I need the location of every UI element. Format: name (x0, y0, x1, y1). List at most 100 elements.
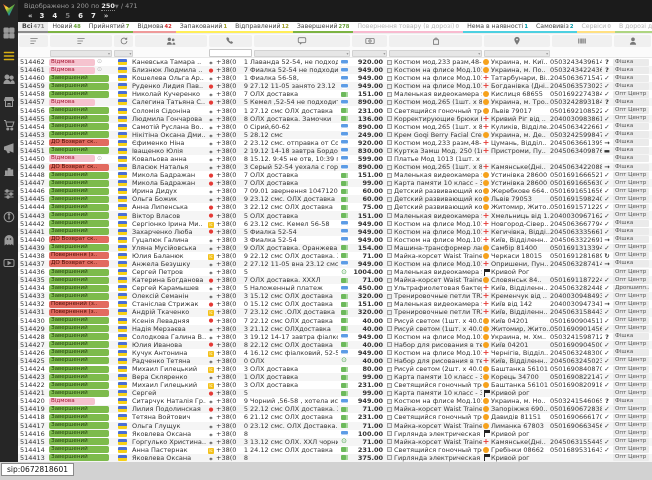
order-product[interactable]: Майка-корсет Waist Trainer *142.. (386, 252, 482, 260)
phone-column-header[interactable] (209, 35, 252, 47)
delivery-address[interactable]: Давидів 81151 (482, 413, 550, 421)
order-row[interactable]: 514429 Завершений Надія Мерзаєва * +38(0… (18, 325, 652, 333)
client-name[interactable]: Людмила Гончарова (132, 115, 206, 123)
tracking-number[interactable]: 0501690904511 (550, 317, 602, 325)
client-phone[interactable]: +38(0 (216, 405, 240, 413)
client-name[interactable]: Близнюк Людмила .. (132, 66, 206, 74)
order-status[interactable]: Завершений (48, 204, 112, 211)
order-product[interactable]: Костюм на флисе Мод.1014 (1ш.. (386, 220, 482, 228)
delivery-column-header[interactable] (484, 35, 550, 47)
delivery-address[interactable]: Кислиця 68655 (482, 90, 550, 98)
tracking-number[interactable]: 20450634098760 (550, 147, 602, 155)
order-comment[interactable]: ОЛХ доставка (250, 179, 338, 187)
client-phone[interactable]: +38(0 (216, 381, 240, 389)
order-row[interactable]: 514460 Завершений Кошелева Ольга Ар.. * … (18, 74, 652, 82)
order-row[interactable]: 514416 Завершений Яковлева Оксана * +38(… (18, 430, 652, 438)
client-name[interactable]: Вера Скляренко (132, 373, 206, 381)
order-product[interactable]: Светящийся гоночный трек Ma.. (386, 413, 482, 421)
order-row[interactable]: 514417 Завершений Ольга Глущук * +38(0 0… (18, 422, 652, 430)
client-name[interactable]: Віктор Власов (132, 212, 206, 220)
delivery-address[interactable]: +Камянське(Дні.. (482, 163, 550, 171)
client-phone[interactable]: +38(0 (216, 90, 240, 98)
order-product[interactable]: Светящийся гоночный трек Ma.. (386, 446, 482, 454)
client-phone[interactable]: +38(0 (216, 397, 240, 405)
client-phone[interactable]: +38(0 (216, 236, 240, 244)
tracking-number[interactable]: 20450633356614 (550, 228, 602, 236)
client-name[interactable]: Тетяна Войтович (132, 413, 206, 421)
client-name[interactable]: Єфименко Ніна (132, 139, 206, 147)
order-row[interactable]: 514437 ДО Возврат ск.. Анжела Безушку * … (18, 260, 652, 268)
sidebar-orders-icon[interactable] (2, 49, 16, 63)
delivery-address[interactable]: +Богданівка (Дні.. (482, 82, 550, 90)
order-product[interactable]: Майка-корсет Waist Trainer *142.. (386, 438, 482, 446)
order-status[interactable]: Завершений (48, 115, 112, 122)
order-row[interactable]: 514443 Завершений Віктор Власов ● +38(0 … (18, 211, 652, 219)
order-row[interactable]: 514452 ДО Возврат ск.. Єфименко Ніна * +… (18, 139, 652, 147)
order-comment[interactable]: Сірий,60-62 (250, 123, 338, 131)
order-product[interactable]: Гирлянда электрическая (100 л.. (386, 454, 482, 462)
order-status[interactable]: Завершений (48, 220, 112, 227)
order-product[interactable]: Карта памяти 10 класс - 32ГБ *1.. (386, 179, 482, 187)
tracking-number[interactable]: 0503242599847 (550, 131, 602, 139)
order-row[interactable]: 514434 Завершений Сергей Карамышев * +38… (18, 284, 652, 292)
client-phone[interactable]: +38(0 (216, 276, 240, 284)
client-phone[interactable]: +38(0 (216, 171, 240, 179)
order-product[interactable]: Маленькая видеокамера SQ8 *.. (386, 171, 482, 179)
client-phone[interactable]: +38(0 (216, 155, 240, 163)
delivery-address[interactable]: +Куликів, Відділе.. (482, 123, 550, 131)
page-button-3[interactable]: 3 (40, 12, 45, 20)
delivery-address[interactable]: Самбір 81400 (482, 244, 550, 252)
order-row[interactable]: 514449 ДО Возврат ск.. Власюк Наталья * … (18, 163, 652, 171)
order-comment[interactable]: ОЛХ доставка (250, 212, 338, 220)
order-product[interactable]: Майка-корсет Waist Trainer *142.. (386, 422, 482, 430)
tracking-number[interactable]: 20450635730230 (550, 82, 602, 90)
client-name[interactable]: Кучук Антонина (132, 349, 206, 357)
client-phone[interactable]: +38(0 (216, 349, 240, 357)
order-status[interactable]: Завершений (48, 390, 112, 397)
order-row[interactable]: 514455 Завершений Людмила Гончарова * +3… (18, 115, 652, 123)
order-status[interactable]: Завершений (48, 83, 112, 90)
order-comment[interactable]: 15.12. 9:45 не отв, 10:39 горе в.. (250, 155, 338, 163)
order-status[interactable]: Завершений (48, 75, 112, 82)
tab-8[interactable]: Повернення товару (в дорозі)0 (353, 22, 463, 33)
tracking-number[interactable]: 20450634226619 (550, 123, 602, 131)
order-comment[interactable]: ОЛХ доставка (250, 171, 338, 179)
delivery-address[interactable]: Украина, м. Де.. (482, 131, 550, 139)
delivery-address[interactable]: Словянськ 84.. (482, 276, 550, 284)
order-product[interactable]: Детский развивающий констру.. (386, 187, 482, 195)
delivery-address[interactable]: Житомир, Жито.. (482, 203, 550, 211)
order-comment[interactable]: 23.12 смс. отправка от Сокол.. (250, 139, 338, 147)
order-comment[interactable]: 27.12 11-05 вна 23.12 смс. 19.. (250, 260, 338, 268)
client-name[interactable]: Николай Кучеренко (132, 90, 206, 98)
tracking-number[interactable]: 0501690663456 (550, 422, 602, 430)
client-phone[interactable]: +38(0 (216, 260, 240, 268)
order-comment[interactable]: 16.12 смс фіалковий, 52-54 (250, 349, 338, 357)
order-product[interactable]: Маленькая видеокамера SQ8 *.. (386, 268, 482, 276)
delivery-address[interactable]: Львів 79053 (482, 195, 550, 203)
order-comment[interactable]: Фиалка 56-58, (250, 74, 338, 82)
delivery-address[interactable]: Украина, м. Хм.. (482, 333, 550, 341)
client-phone[interactable]: +38(0 (216, 228, 240, 236)
sip-call-indicator[interactable]: sip:0672818601 (1, 463, 74, 476)
order-row[interactable]: 514458 Завершений Николай Кучеренко * +3… (18, 90, 652, 98)
client-name[interactable]: Надія Мерзаєва (132, 325, 206, 333)
order-row[interactable]: 514451 Завершений Іващенко Юлія * +38(0 … (18, 147, 652, 155)
order-row[interactable]: 514450 Відмова⊙ Ковальова анна * +38(0 8… (18, 155, 652, 163)
order-product[interactable]: Костюм на флисе Мод.1014 (1ш.. (386, 349, 482, 357)
order-row[interactable]: 514414 Завершений Анна Пастернак lc +38(… (18, 446, 652, 454)
order-row[interactable]: 514430 Завершений Ксенія Левадняя ● +38(… (18, 317, 652, 325)
client-name[interactable]: Кошелева Ольга Ар.. (132, 74, 206, 82)
tracking-number[interactable]: 20450632824487 (550, 284, 602, 292)
delivery-address[interactable]: Жеребкове 664.. (482, 187, 550, 195)
order-row[interactable]: 514413 Завершений Яковлева Оксана * +38(… (18, 454, 652, 462)
order-comment[interactable]: ОЛХ доставка. Замочки (250, 115, 338, 123)
client-phone[interactable]: +38(0 (216, 107, 240, 115)
client-phone[interactable]: +38(0 (216, 131, 240, 139)
client-phone[interactable]: +38(0 (216, 195, 240, 203)
order-product[interactable]: Костюм на флисе Мод.1014 (1ш.. (386, 397, 482, 405)
order-row[interactable]: 514454 Завершений Самотій Руслана Во.. *… (18, 123, 652, 131)
delivery-address[interactable]: Корець 34700 (482, 373, 550, 381)
tab-12[interactable]: В дорозі додому0 (615, 22, 652, 33)
client-name[interactable]: Микола Бадражан (132, 171, 206, 179)
client-phone[interactable]: +38(0 (216, 300, 240, 308)
